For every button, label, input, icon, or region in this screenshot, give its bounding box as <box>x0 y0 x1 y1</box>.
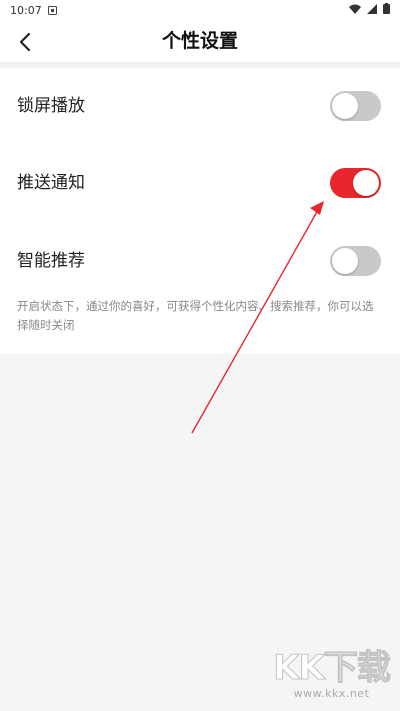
setting-label: 推送通知 <box>17 173 85 193</box>
status-bar: 10:07 <box>0 0 400 20</box>
android-notification-icon <box>48 5 58 15</box>
toggle-knob <box>332 248 358 274</box>
toggle-knob <box>353 170 379 196</box>
watermark-url: www.kkx.net <box>293 687 370 700</box>
setting-label: 智能推荐 <box>17 251 85 271</box>
app-header: 个性设置 <box>0 20 400 62</box>
wifi-icon <box>349 4 361 17</box>
status-icons <box>349 3 390 17</box>
back-button[interactable] <box>10 26 42 58</box>
settings-panel: 锁屏播放 推送通知 智能推荐 开启状态下，通过你的喜好，可获得个性化内容、搜索推… <box>0 68 400 354</box>
toggle-knob <box>332 93 358 119</box>
smart-recommendation-toggle[interactable] <box>330 246 381 276</box>
recommendation-hint: 开启状态下，通过你的喜好，可获得个性化内容、搜索推荐，你可以选择随时关闭 <box>17 299 374 332</box>
status-time: 10:07 <box>10 3 42 17</box>
chevron-left-icon <box>19 32 31 52</box>
page-title: 个性设置 <box>161 30 238 52</box>
watermark-logo: KK下载 <box>273 648 392 688</box>
battery-icon <box>383 3 390 17</box>
lockscreen-playback-toggle[interactable] <box>330 91 381 121</box>
setting-row-smart-recommendation: 智能推荐 <box>0 231 400 291</box>
watermark: KK下载 www.kkx.net <box>269 649 394 707</box>
push-notifications-toggle[interactable] <box>330 168 381 198</box>
setting-row-lockscreen-playback: 锁屏播放 <box>0 76 400 136</box>
signal-icon <box>367 3 377 17</box>
setting-row-push-notifications: 推送通知 <box>0 153 400 213</box>
setting-label: 锁屏播放 <box>17 96 85 116</box>
